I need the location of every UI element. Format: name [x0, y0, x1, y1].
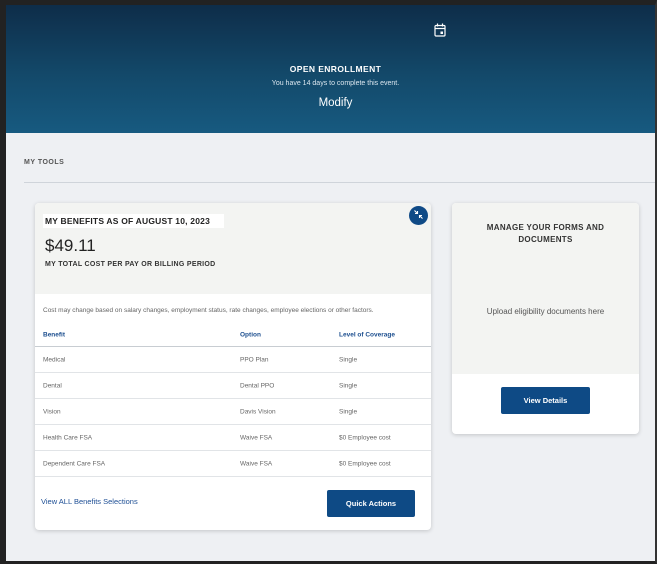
column-header-option: Option — [240, 331, 261, 338]
coverage-cell: $0 Employee cost — [339, 434, 391, 441]
benefit-cell: Health Care FSA — [43, 434, 93, 441]
benefits-summary: MY BENEFITS AS OF AUGUST 10, 2023 $49.11… — [35, 203, 431, 294]
app-frame: OPEN ENROLLMENT You have 14 days to comp… — [0, 0, 657, 564]
benefit-cell: Dental — [43, 382, 62, 389]
option-cell: Davis Vision — [240, 408, 276, 415]
open-enrollment-banner: OPEN ENROLLMENT You have 14 days to comp… — [6, 5, 655, 133]
table-row: Medical PPO Plan Single — [35, 347, 431, 373]
column-header-coverage: Level of Coverage — [339, 331, 395, 338]
benefits-table: Benefit Option Level of Coverage Medical… — [35, 323, 431, 477]
forms-documents-card: MANAGE YOUR FORMS AND DOCUMENTS Upload e… — [452, 203, 639, 434]
coverage-cell: $0 Employee cost — [339, 460, 391, 467]
section-divider — [24, 182, 655, 183]
table-row: Dental Dental PPO Single — [35, 373, 431, 399]
quick-actions-button[interactable]: Quick Actions — [327, 490, 415, 517]
forms-card-title: MANAGE YOUR FORMS AND DOCUMENTS — [486, 223, 605, 244]
total-cost-label: MY TOTAL COST PER PAY OR BILLING PERIOD — [45, 261, 216, 268]
benefit-cell: Vision — [43, 408, 61, 415]
table-row: Health Care FSA Waive FSA $0 Employee co… — [35, 425, 431, 451]
table-header-row: Benefit Option Level of Coverage — [35, 323, 431, 347]
benefit-cell: Dependent Care FSA — [43, 460, 106, 467]
forms-card-body: MANAGE YOUR FORMS AND DOCUMENTS Upload e… — [452, 203, 639, 374]
forms-card-text: Upload eligibility documents here — [486, 307, 605, 316]
view-all-benefits-link[interactable]: View ALL Benefits Selections — [41, 497, 138, 506]
total-cost-amount: $49.11 — [45, 236, 96, 255]
cost-disclaimer: Cost may change based on salary changes,… — [43, 307, 374, 314]
coverage-cell: Single — [339, 356, 358, 363]
table-row: Dependent Care FSA Waive FSA $0 Employee… — [35, 451, 431, 477]
modify-link[interactable]: Modify — [6, 97, 655, 109]
banner-title: OPEN ENROLLMENT — [289, 64, 382, 74]
column-header-benefit: Benefit — [43, 331, 66, 338]
option-cell: Dental PPO — [240, 382, 275, 389]
option-cell: PPO Plan — [240, 356, 269, 363]
section-label-my-tools: MY TOOLS — [24, 159, 65, 166]
option-cell: Waive FSA — [240, 460, 273, 467]
collapse-button[interactable] — [409, 206, 428, 225]
benefit-cell: Medical — [43, 356, 66, 363]
benefits-card-title: MY BENEFITS AS OF AUGUST 10, 2023 — [43, 214, 224, 228]
table-row: Vision Davis Vision Single — [35, 399, 431, 425]
coverage-cell: Single — [339, 408, 358, 415]
option-cell: Waive FSA — [240, 434, 273, 441]
coverage-cell: Single — [339, 382, 358, 389]
calendar-icon — [434, 23, 446, 37]
banner-subtitle: You have 14 days to complete this event. — [271, 80, 400, 87]
collapse-arrows-icon — [413, 207, 424, 225]
benefits-card: MY BENEFITS AS OF AUGUST 10, 2023 $49.11… — [35, 203, 431, 530]
view-details-button[interactable]: View Details — [501, 387, 590, 414]
